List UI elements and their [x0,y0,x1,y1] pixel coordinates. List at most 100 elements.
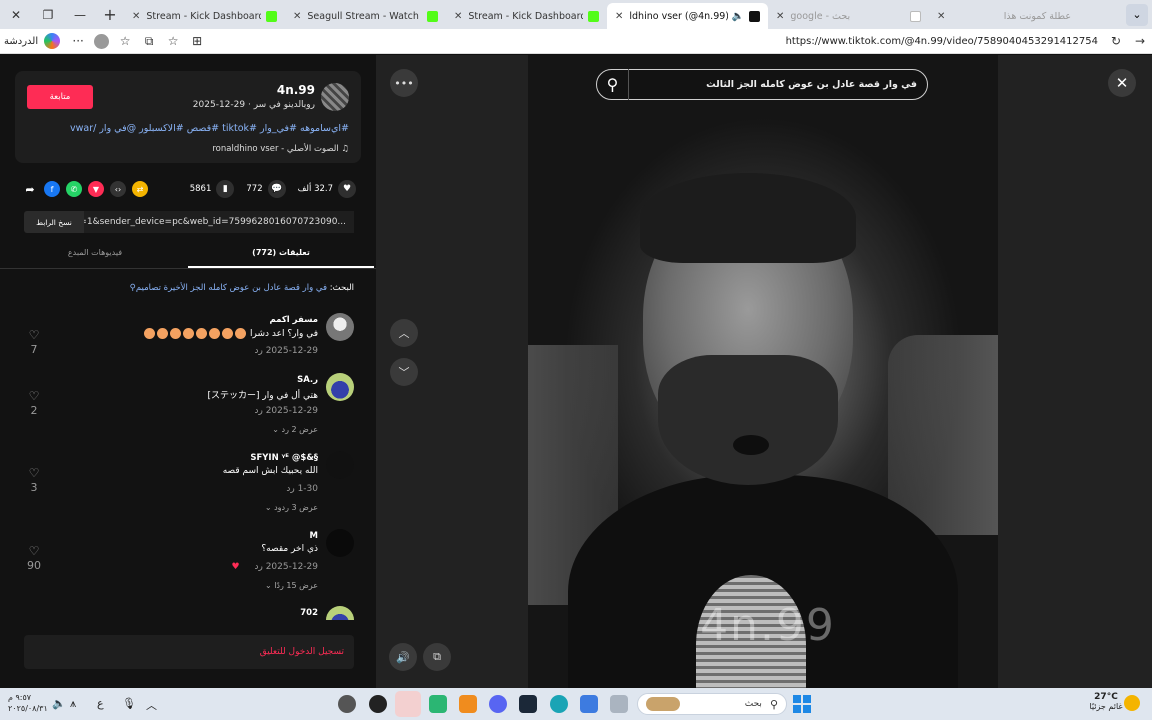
video-search-box[interactable]: ⚲ في وار قصة عادل بن عوض كامله الجز الثا… [596,69,928,100]
tab-other[interactable]: ✕ عطلة كمونت هذا [929,3,1079,29]
store-icon[interactable] [580,695,598,713]
login-to-comment-link[interactable]: تسجيل الدخول للتعليق [260,647,344,657]
tab-tiktok[interactable]: ✕ ldhino vser (@4n.99) | TikTok 🔈 [607,3,768,29]
app-icon-2[interactable] [369,695,387,713]
tab-kick-dashboard-2[interactable]: ✕ Stream - Kick Dashboard [446,3,607,29]
weather-sun-icon[interactable] [1124,695,1140,711]
whatsapp-icon[interactable]: ✆ [66,181,82,197]
app-icon-5[interactable] [459,695,477,713]
embed-icon[interactable]: ‹› [110,181,126,197]
volume-button[interactable]: 🔊 [389,643,417,671]
windows-start-icon[interactable] [793,695,811,713]
split-screen-icon[interactable]: ⊞ [185,29,209,54]
commenter-avatar[interactable] [326,313,354,341]
app-icon-4[interactable] [429,695,447,713]
input-language[interactable]: ع [97,697,104,710]
restore-window-icon[interactable]: ❐ [32,0,64,29]
chat-label[interactable]: الدردشة [4,36,38,47]
close-tab-icon[interactable]: ✕ [293,11,301,22]
favorites-icon[interactable]: ☆ [113,29,137,54]
commenter-name[interactable]: 702 [300,608,318,618]
share-icon[interactable]: ➦ [22,181,38,197]
url-field[interactable]: https://www.tiktok.com/@4n.99/video/7589… [786,36,1104,47]
related-search[interactable]: البحث: في وار قصة عادل بن عوض كامله الجز… [130,283,354,293]
reply-button[interactable]: رد [254,346,262,356]
comment-like[interactable]: ♡ 3 [24,467,44,494]
close-video-button[interactable]: ✕ [1108,69,1136,97]
view-replies-button[interactable]: عرض 2 رد ⌄ [272,425,318,434]
commenter-avatar[interactable] [326,529,354,557]
app-icon-active[interactable] [395,691,421,717]
heart-icon[interactable]: ♥ [338,180,356,198]
send-to-friends-icon[interactable]: ▼ [88,181,104,197]
close-tab-icon[interactable]: ✕ [937,11,945,22]
commenter-avatar[interactable] [326,606,354,620]
edge-icon[interactable] [550,695,568,713]
repost-icon[interactable]: ⇄ [132,181,148,197]
tab-google[interactable]: ✕ google - بحث [768,3,929,29]
view-replies-button[interactable]: عرض 3 ردود ⌄ [265,503,318,512]
save-stat[interactable]: ▮ 5861 [190,180,235,198]
copilot-icon[interactable] [44,33,61,49]
sound-line[interactable]: ♫ الصوت الأصلي - ronaldhino vser [212,144,349,154]
extensions-icon[interactable]: ⧉ [137,29,161,54]
taskbar-search[interactable]: بحث ⚲ [637,693,787,715]
post-caption[interactable]: #اي‌سامو‌هه #في_وار #tiktok #قصص #الاكسب… [27,123,349,134]
heart-outline-icon[interactable]: ♡ [24,467,44,479]
copy-link-button[interactable]: نسخ الرابط [24,211,84,233]
reply-button[interactable]: رد [254,562,262,572]
related-search-query[interactable]: في وار قصة عادل بن عوض كامله الجز الأخير… [136,283,327,293]
weather-widget[interactable]: 27°C غائم جزئيًا [1086,692,1126,711]
video-search-input[interactable]: في وار قصة عادل بن عوض كامله الجز الثالث [629,79,927,90]
heart-outline-icon[interactable]: ♡ [24,329,44,341]
search-icon[interactable]: ⚲ [597,69,629,100]
comment-like[interactable]: ♡ 7 [24,329,44,356]
tab-kick-dashboard[interactable]: ✕ Stream - Kick Dashboard [124,3,285,29]
login-to-comment-box[interactable]: تسجيل الدخول للتعليق [24,635,354,669]
microphone-tray-icon[interactable]: 🎙 [122,697,136,710]
tab-list-dropdown-icon[interactable]: ⌄ [1126,3,1148,26]
picture-in-picture-button[interactable]: ⧉ [423,643,451,671]
forward-icon[interactable]: → [1128,29,1152,54]
previous-video-button[interactable]: ︿ [390,319,418,347]
discord-icon[interactable] [489,695,507,713]
author-avatar[interactable] [321,83,349,111]
commenter-avatar[interactable] [326,451,354,479]
video-player[interactable]: 4n.99 [528,55,998,688]
minimize-window-icon[interactable]: — [64,0,96,29]
reply-button[interactable]: رد [286,484,294,494]
heart-outline-icon[interactable]: ♡ [24,390,44,402]
network-tray-icon[interactable]: ⩚ [70,697,76,711]
close-tab-icon[interactable]: ✕ [454,11,462,22]
tab-seagull-stream[interactable]: ✕ Seagull Stream - Watch Live on Kick [285,3,446,29]
comment-stat[interactable]: 💬 772 [246,180,286,198]
more-options-button[interactable]: ••• [390,69,418,97]
speaker-icon[interactable]: 🔈 [732,11,744,22]
app-icon-1[interactable] [338,695,356,713]
next-video-button[interactable]: ﹀ [390,358,418,386]
follow-button[interactable]: متابعة [27,85,93,109]
show-hidden-icons-icon[interactable]: ︿ [146,697,157,713]
commenter-name[interactable]: §&$@ SFYIN ᵞᴱ [250,453,318,463]
reload-icon[interactable]: ↻ [1104,29,1128,54]
more-options-icon[interactable]: ··· [66,29,90,54]
commenter-name[interactable]: مسفر اكمم [270,315,319,325]
view-replies-button[interactable]: عرض 15 ردًا ⌄ [265,581,318,590]
close-tab-icon[interactable]: ✕ [132,11,140,22]
author-name[interactable]: 4n.99 [277,83,315,97]
facebook-icon[interactable]: f [44,181,60,197]
tab-comments[interactable]: (772) تعليقات [188,241,374,268]
reply-button[interactable]: رد [254,406,262,416]
speaker-tray-icon[interactable]: 🔈 [52,697,66,710]
commenter-name[interactable]: ر.SA [297,375,318,385]
close-tab-icon[interactable]: ✕ [776,11,784,22]
commenter-avatar[interactable] [326,373,354,401]
commenter-name[interactable]: M [310,531,318,541]
steam-icon[interactable] [519,695,537,713]
heart-outline-icon[interactable]: ♡ [24,545,44,557]
profile-avatar[interactable] [94,33,110,49]
tab-creator-videos[interactable]: فيديوهات المبدع [2,241,188,268]
share-link-text[interactable]: p=1&sender_device=pc&web_id=759962801607… [84,211,354,233]
comment-icon[interactable]: 💬 [267,180,286,198]
file-explorer-icon[interactable] [610,695,628,713]
